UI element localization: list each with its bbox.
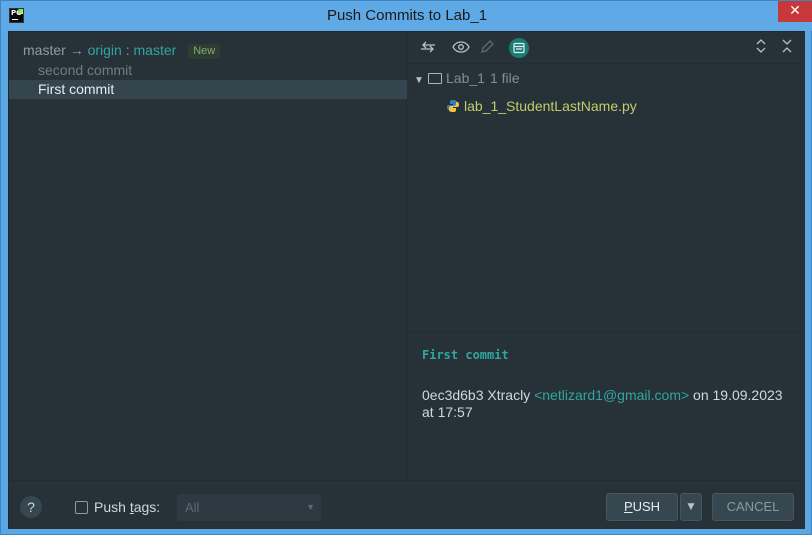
close-button[interactable]: ✕ — [778, 1, 812, 22]
push-tags-select[interactable]: All ▼ — [177, 494, 321, 521]
close-icon: ✕ — [789, 3, 801, 19]
commit-details-icon[interactable] — [509, 38, 529, 58]
eye-icon[interactable] — [451, 38, 471, 58]
folder-label: Lab_1 — [446, 70, 485, 86]
file-count: 1 file — [489, 70, 520, 86]
remote-name[interactable]: origin — [88, 42, 122, 58]
commit-row-first[interactable]: First commit — [9, 80, 407, 99]
branch-separator: : — [125, 42, 130, 58]
edit-pencil-icon[interactable] — [477, 38, 497, 58]
tree-root-node[interactable]: ▼ Lab_1 1 file — [414, 70, 520, 88]
commit-label: second commit — [38, 62, 133, 78]
cancel-button[interactable]: CANCEL — [712, 493, 794, 521]
chevron-down-icon[interactable]: ▼ — [414, 75, 426, 86]
compare-arrows-icon[interactable] — [418, 38, 438, 58]
push-options-button[interactable]: ▼ — [680, 493, 702, 521]
push-tags-checkbox[interactable] — [75, 501, 88, 514]
remote-branch[interactable]: master — [134, 42, 177, 58]
commit-label: First commit — [38, 81, 115, 97]
chevron-down-icon: ▼ — [306, 502, 315, 512]
branch-arrow: → — [69, 42, 84, 58]
tags-select-value: All — [185, 500, 200, 515]
push-dialog: master → origin : master New second comm… — [8, 31, 805, 529]
window-title: Push Commits to Lab_1 — [326, 7, 488, 24]
expand-all-icon[interactable] — [751, 38, 771, 58]
branch-row[interactable]: master → origin : master New — [23, 42, 221, 60]
commit-subject: First commit — [422, 348, 509, 362]
commits-pane: master → origin : master New second comm… — [9, 32, 407, 480]
folder-icon — [428, 73, 442, 84]
local-branch: master — [23, 42, 66, 58]
dialog-window: PC Push Commits to Lab_1 ✕ master → orig… — [0, 0, 812, 535]
commit-author: Xtracly — [487, 387, 531, 403]
commit-date: on 19.09.2023 — [693, 387, 783, 403]
bottom-bar: ? Push tags: All ▼ PUSH ▼ CANCEL — [9, 480, 805, 529]
commit-hash: 0ec3d6b3 — [422, 387, 484, 403]
changes-toolbar — [408, 32, 805, 64]
tree-file-node[interactable]: lab_1_StudentLastName.py — [446, 98, 637, 116]
commit-time: at 17:57 — [422, 404, 473, 420]
new-badge: New — [188, 44, 221, 59]
commit-details-panel: First commit 0ec3d6b3 Xtracly <netlizard… — [408, 331, 805, 480]
help-button[interactable]: ? — [20, 496, 42, 518]
push-button[interactable]: PUSH — [606, 493, 678, 521]
push-tags-label[interactable]: Push tags: — [94, 499, 160, 515]
python-file-icon — [446, 99, 460, 113]
commit-meta: 0ec3d6b3 Xtracly <netlizard1@gmail.com> … — [422, 387, 792, 421]
title-bar: PC Push Commits to Lab_1 ✕ — [1, 1, 812, 31]
chevron-down-icon: ▼ — [687, 502, 695, 512]
commit-email[interactable]: <netlizard1@gmail.com> — [534, 387, 689, 403]
collapse-all-icon[interactable] — [777, 38, 797, 58]
commit-row-second[interactable]: second commit — [9, 61, 407, 80]
file-name: lab_1_StudentLastName.py — [464, 98, 637, 114]
